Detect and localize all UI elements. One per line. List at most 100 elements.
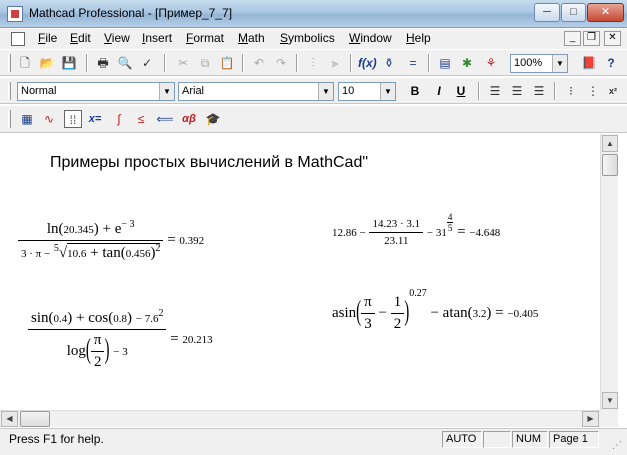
- underline-button[interactable]: U: [452, 82, 470, 100]
- expr1-ln-arg: 20.345: [63, 224, 94, 236]
- menu-insert[interactable]: Insert: [142, 31, 172, 45]
- menu-format[interactable]: Format: [186, 31, 224, 45]
- font-size-select[interactable]: 10 ▼: [338, 82, 396, 101]
- resize-grip-icon[interactable]: ⋰: [612, 440, 622, 451]
- expr3-square-exp: 2: [158, 308, 164, 319]
- scroll-down-icon[interactable]: ▼: [602, 392, 618, 409]
- align-bottom-icon[interactable]: ⫸: [326, 54, 344, 72]
- chevron-down-icon[interactable]: ▼: [318, 83, 333, 100]
- standard-toolbar: 🗋 📂 💾 🖶 🔍 ✓ ✂ ⧉ 📋 ↶ ↷ ⫶ ⫸ f(x) ⚱ = ▤ ✱ ⚘…: [0, 49, 627, 76]
- expr1-ln: ln: [46, 221, 59, 237]
- scroll-right-icon[interactable]: ▶: [582, 411, 599, 427]
- calculus-palette-icon[interactable]: ∫: [110, 110, 128, 128]
- mathcad-app-icon[interactable]: [7, 6, 23, 22]
- font-value: Arial: [182, 85, 205, 97]
- bold-button[interactable]: B: [406, 82, 424, 100]
- help-icon[interactable]: ?: [602, 54, 620, 72]
- numbering-icon[interactable]: ⋮: [584, 82, 602, 100]
- expr2-power-den: 5: [447, 223, 453, 233]
- expr4-three: 3: [364, 316, 372, 332]
- align-center-icon[interactable]: ☰: [508, 82, 526, 100]
- open-icon[interactable]: 📂: [38, 54, 56, 72]
- resources-icon[interactable]: ✱: [458, 54, 476, 72]
- toolbar-grip[interactable]: [8, 54, 11, 72]
- expression-4[interactable]: asin(π 3 − 1 2)0.27 − atan(3.2) = −0.405: [332, 288, 538, 333]
- calculate-icon[interactable]: =: [404, 54, 422, 72]
- zoom-select[interactable]: 100% ▼: [510, 54, 568, 73]
- style-select[interactable]: Normal ▼: [17, 82, 175, 101]
- expression-1[interactable]: ln(20.345) + e− 3 3 · π − 5√10.6 + tan(0…: [18, 219, 204, 262]
- toolbar-separator: [242, 54, 244, 72]
- spell-check-icon[interactable]: ✓: [138, 54, 156, 72]
- superscript-icon[interactable]: x²: [604, 82, 622, 100]
- paste-icon[interactable]: 📋: [218, 54, 236, 72]
- align-right-icon[interactable]: ☰: [530, 82, 548, 100]
- document-icon[interactable]: [11, 32, 25, 46]
- align-top-icon[interactable]: ⫶: [304, 54, 322, 72]
- align-left-icon[interactable]: ☰: [486, 82, 504, 100]
- menu-view[interactable]: View: [104, 31, 130, 45]
- menu-edit[interactable]: Edit: [70, 31, 91, 45]
- cut-icon[interactable]: ✂: [174, 54, 192, 72]
- chevron-down-icon[interactable]: ▼: [380, 83, 395, 100]
- expr4-minus: −: [378, 304, 387, 321]
- print-icon[interactable]: 🖶: [94, 54, 112, 72]
- chevron-down-icon[interactable]: ▼: [552, 55, 567, 72]
- toolbar-grip[interactable]: [8, 110, 11, 128]
- doc-restore-button[interactable]: ❐: [583, 31, 600, 46]
- expr1-plus-e: + e: [102, 221, 122, 237]
- calculator-palette-icon[interactable]: ▦: [18, 110, 36, 128]
- expr3-pi-over-2: π2: [90, 332, 105, 371]
- programming-palette-icon[interactable]: ⟸: [156, 110, 174, 128]
- redo-icon[interactable]: ↷: [272, 54, 290, 72]
- italic-button[interactable]: I: [430, 82, 448, 100]
- undo-icon[interactable]: ↶: [250, 54, 268, 72]
- insert-function-icon[interactable]: f(x): [358, 54, 377, 72]
- boolean-palette-icon[interactable]: ≤: [132, 110, 150, 128]
- resource-center-icon[interactable]: 📕: [580, 54, 598, 72]
- doc-minimize-button[interactable]: _: [564, 31, 581, 46]
- print-preview-icon[interactable]: 🔍: [116, 54, 134, 72]
- menu-window[interactable]: Window: [349, 31, 392, 45]
- menu-file[interactable]: File: [38, 31, 57, 45]
- expression-3[interactable]: sin(0.4) + cos(0.8) − 7.62 log(π 2) − 3 =…: [28, 308, 213, 371]
- chevron-down-icon[interactable]: ▼: [159, 83, 174, 100]
- expression-2[interactable]: 12.86 − 14.23 · 3.1 23.11 − 31 4 5 = −4.…: [332, 212, 500, 247]
- minimize-button[interactable]: ─: [534, 3, 560, 22]
- worksheet-heading[interactable]: Примеры простых вычислений в MathCad": [50, 154, 368, 172]
- toolbar-grip[interactable]: [8, 82, 11, 100]
- status-help-text: Press F1 for help.: [9, 432, 104, 446]
- scroll-up-icon[interactable]: ▲: [602, 135, 618, 152]
- expr2-equals: =: [457, 223, 466, 240]
- scroll-left-icon[interactable]: ◀: [1, 411, 18, 427]
- horizontal-scroll-thumb[interactable]: [20, 411, 50, 427]
- close-button[interactable]: ✕: [587, 3, 624, 22]
- evaluation-palette-icon[interactable]: x=: [86, 110, 104, 128]
- expr1-fraction: ln(20.345) + e− 3 3 · π − 5√10.6 + tan(0…: [18, 219, 164, 262]
- save-icon[interactable]: 💾: [60, 54, 78, 72]
- graph-palette-icon[interactable]: ∿: [40, 110, 58, 128]
- menu-math[interactable]: Math: [238, 31, 265, 45]
- new-icon[interactable]: 🗋: [16, 54, 34, 72]
- greek-palette-icon[interactable]: αβ: [180, 110, 198, 128]
- expr4-equals: =: [495, 304, 504, 321]
- expr2-denominator: 23.11: [384, 235, 409, 247]
- menu-help[interactable]: Help: [406, 31, 431, 45]
- insert-component-icon[interactable]: ▤: [436, 54, 454, 72]
- maximize-button[interactable]: □: [561, 3, 586, 22]
- symbolic-palette-icon[interactable]: 🎓: [204, 110, 222, 128]
- vertical-scroll-thumb[interactable]: [602, 154, 618, 176]
- font-select[interactable]: Arial ▼: [178, 82, 334, 101]
- menu-symbolics[interactable]: Symbolics: [280, 31, 335, 45]
- doc-close-button[interactable]: ✕: [604, 31, 621, 46]
- expr3-equals: =: [170, 330, 179, 347]
- bullets-icon[interactable]: ⁝: [562, 82, 580, 100]
- expr3-result: 20.213: [182, 333, 213, 346]
- insert-unit-icon[interactable]: ⚱: [380, 54, 398, 72]
- expr3-minus-3: − 3: [113, 345, 128, 358]
- vertical-scrollbar[interactable]: ▲ ▼: [600, 134, 618, 427]
- copy-icon[interactable]: ⧉: [196, 54, 214, 72]
- matrix-palette-icon[interactable]: ⁞⁞: [64, 110, 82, 128]
- collaboratory-icon[interactable]: ⚘: [482, 54, 500, 72]
- horizontal-scrollbar[interactable]: ◀ ▶: [0, 410, 600, 427]
